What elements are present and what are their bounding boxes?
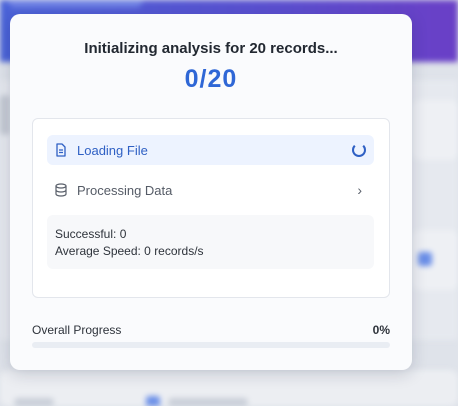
background-text xyxy=(14,398,54,406)
step-label: Loading File xyxy=(77,142,148,158)
stats-box: Successful: 0 Average Speed: 0 records/s xyxy=(47,215,374,269)
overall-progress-percent: 0% xyxy=(372,323,390,337)
records-counter: 0/20 xyxy=(184,65,238,93)
successful-count: Successful: 0 xyxy=(55,227,127,241)
chevron-right-icon: › xyxy=(357,182,362,198)
dialog-title: Initializing analysis for 20 records... xyxy=(84,40,338,57)
stages-panel: Loading File Processing Data › Successfu… xyxy=(32,118,390,298)
background-button xyxy=(8,0,143,8)
analysis-progress-dialog: Initializing analysis for 20 records... … xyxy=(10,14,412,370)
background-icon xyxy=(418,252,432,266)
average-speed: Average Speed: 0 records/s xyxy=(55,244,204,258)
overall-progress-label: Overall Progress xyxy=(32,323,122,337)
background-card xyxy=(412,100,458,160)
background-text xyxy=(168,398,248,406)
database-icon xyxy=(55,182,69,198)
step-processing-data: Processing Data › xyxy=(47,175,374,205)
step-label: Processing Data xyxy=(77,182,173,198)
overall-progress-bar xyxy=(32,342,390,348)
background-text xyxy=(0,95,10,135)
file-icon xyxy=(55,142,69,158)
background-icon xyxy=(146,396,160,406)
step-loading-file: Loading File xyxy=(47,135,374,165)
spinner-icon xyxy=(352,143,366,157)
